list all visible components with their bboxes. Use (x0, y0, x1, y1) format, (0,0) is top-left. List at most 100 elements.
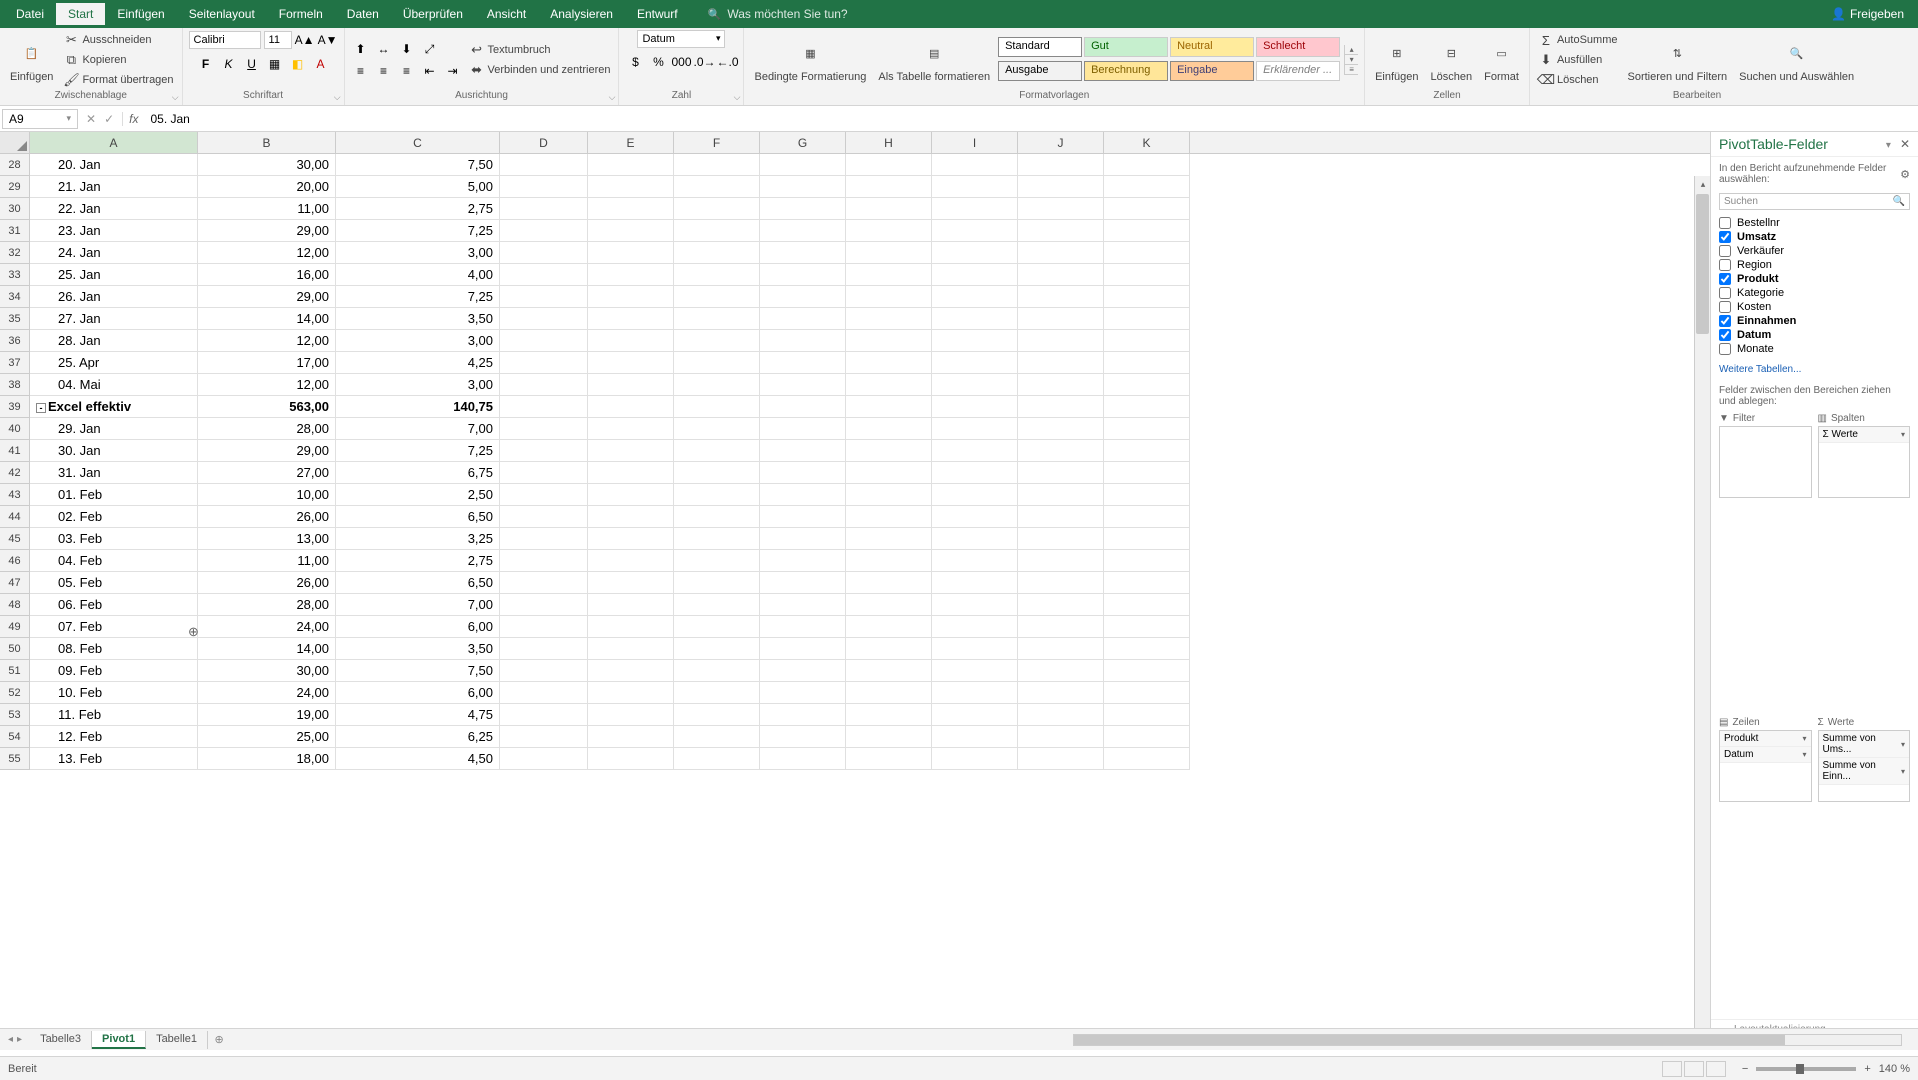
cell[interactable] (674, 440, 760, 462)
autosum-button[interactable]: ΣAutoSumme (1536, 31, 1620, 49)
cell[interactable]: 18,00 (198, 748, 336, 770)
cell[interactable] (500, 198, 588, 220)
pivot-field-kategorie[interactable]: Kategorie (1717, 286, 1912, 300)
cell[interactable] (932, 418, 1018, 440)
cell[interactable] (1018, 638, 1104, 660)
row-header[interactable]: 35 (0, 308, 30, 330)
cell[interactable] (1018, 506, 1104, 528)
cell[interactable] (932, 264, 1018, 286)
cell[interactable] (674, 660, 760, 682)
cell[interactable] (1018, 264, 1104, 286)
align-top-button[interactable]: ⬆ (351, 39, 371, 59)
cell[interactable] (674, 704, 760, 726)
pivot-area-item[interactable]: Summe von Einn...▾ (1819, 758, 1910, 785)
cell[interactable] (588, 418, 674, 440)
cell[interactable]: 6,25 (336, 726, 500, 748)
number-format-select[interactable]: Datum ▾ (637, 30, 725, 48)
worksheet-grid[interactable]: A B C D E F G H I J K 2820. Jan30,007,50… (0, 132, 1710, 1050)
cell[interactable] (932, 352, 1018, 374)
column-header-D[interactable]: D (500, 132, 588, 153)
pivot-field-datum[interactable]: Datum (1717, 328, 1912, 342)
cell[interactable] (674, 330, 760, 352)
scrollbar-thumb[interactable] (1696, 194, 1709, 334)
cell[interactable] (1018, 660, 1104, 682)
cell[interactable] (846, 748, 932, 770)
table-row[interactable]: 3123. Jan29,007,25 (0, 220, 1694, 242)
copy-button[interactable]: ⧉Kopieren (61, 51, 175, 69)
cell[interactable] (588, 264, 674, 286)
tell-me-search[interactable]: 🔍 Was möchten Sie tun? (708, 7, 848, 21)
cell[interactable] (1104, 484, 1190, 506)
cell[interactable] (500, 352, 588, 374)
comma-format-button[interactable]: 000 (671, 52, 691, 72)
cell[interactable]: 14,00 (198, 638, 336, 660)
table-row[interactable]: 3224. Jan12,003,00 (0, 242, 1694, 264)
cell[interactable] (1104, 374, 1190, 396)
cell[interactable] (588, 220, 674, 242)
pivot-rows-area[interactable]: ▤Zeilen Produkt▾Datum▾ (1719, 717, 1812, 1015)
pivot-field-monate[interactable]: Monate (1717, 342, 1912, 356)
pivot-field-verkäufer[interactable]: Verkäufer (1717, 244, 1912, 258)
cell[interactable] (846, 396, 932, 418)
cell[interactable] (674, 616, 760, 638)
cell[interactable]: 30,00 (198, 660, 336, 682)
cell[interactable]: 09. Feb (30, 660, 198, 682)
cell[interactable] (760, 462, 846, 484)
cell[interactable]: 12,00 (198, 374, 336, 396)
pivot-area-item[interactable]: Summe von Ums...▾ (1819, 731, 1910, 758)
column-header-E[interactable]: E (588, 132, 674, 153)
cell[interactable] (760, 682, 846, 704)
cell[interactable] (932, 396, 1018, 418)
align-bottom-button[interactable]: ⬇ (397, 39, 417, 59)
cell[interactable] (932, 638, 1018, 660)
table-row[interactable]: 5311. Feb19,004,75 (0, 704, 1694, 726)
normal-view-button[interactable] (1662, 1061, 1682, 1077)
indent-decrease-button[interactable]: ⇤ (420, 61, 440, 81)
cell[interactable] (932, 594, 1018, 616)
cell[interactable] (500, 704, 588, 726)
cell[interactable] (760, 418, 846, 440)
cell[interactable] (674, 506, 760, 528)
cell[interactable]: 04. Mai (30, 374, 198, 396)
cell[interactable]: 28,00 (198, 594, 336, 616)
table-row[interactable]: 5210. Feb24,006,00 (0, 682, 1694, 704)
cell[interactable]: 12,00 (198, 242, 336, 264)
pivot-area-item[interactable]: Produkt▾ (1720, 731, 1811, 747)
collapse-button[interactable]: - (36, 403, 46, 413)
cell[interactable]: 7,25 (336, 440, 500, 462)
cell[interactable] (500, 330, 588, 352)
cell[interactable] (1018, 220, 1104, 242)
cell[interactable] (1104, 506, 1190, 528)
cell[interactable]: 29,00 (198, 220, 336, 242)
table-row[interactable]: 2921. Jan20,005,00 (0, 176, 1694, 198)
cell[interactable]: 19,00 (198, 704, 336, 726)
cell[interactable]: -Excel effektiv (30, 396, 198, 418)
table-row[interactable]: 5008. Feb14,003,50 (0, 638, 1694, 660)
cell[interactable] (760, 440, 846, 462)
delete-cells-button[interactable]: ⊟Löschen (1427, 35, 1477, 85)
pivot-values-area[interactable]: ΣWerte Summe von Ums...▾Summe von Einn..… (1818, 717, 1911, 1015)
cell[interactable]: 24,00 (198, 616, 336, 638)
cell[interactable]: 28. Jan (30, 330, 198, 352)
pivot-settings-button[interactable]: ▾ (1886, 140, 1891, 151)
cell[interactable] (760, 154, 846, 176)
cell[interactable] (846, 154, 932, 176)
increase-font-button[interactable]: A▲ (295, 30, 315, 50)
cell[interactable]: 6,50 (336, 506, 500, 528)
row-header[interactable]: 52 (0, 682, 30, 704)
cell[interactable]: 11. Feb (30, 704, 198, 726)
cell[interactable] (500, 154, 588, 176)
table-row[interactable]: 4130. Jan29,007,25 (0, 440, 1694, 462)
cell[interactable] (1104, 396, 1190, 418)
cell[interactable]: 25,00 (198, 726, 336, 748)
cell[interactable]: 140,75 (336, 396, 500, 418)
cell[interactable]: 23. Jan (30, 220, 198, 242)
more-tables-link[interactable]: Weitere Tabellen... (1711, 360, 1918, 379)
pivot-field-einnahmen[interactable]: Einnahmen (1717, 314, 1912, 328)
table-row[interactable]: 4907. Feb24,006,00 (0, 616, 1694, 638)
cell[interactable]: 3,00 (336, 374, 500, 396)
fx-icon[interactable]: fx (123, 112, 144, 126)
align-center-button[interactable]: ≡ (374, 61, 394, 81)
cell[interactable] (932, 330, 1018, 352)
cell[interactable] (500, 550, 588, 572)
